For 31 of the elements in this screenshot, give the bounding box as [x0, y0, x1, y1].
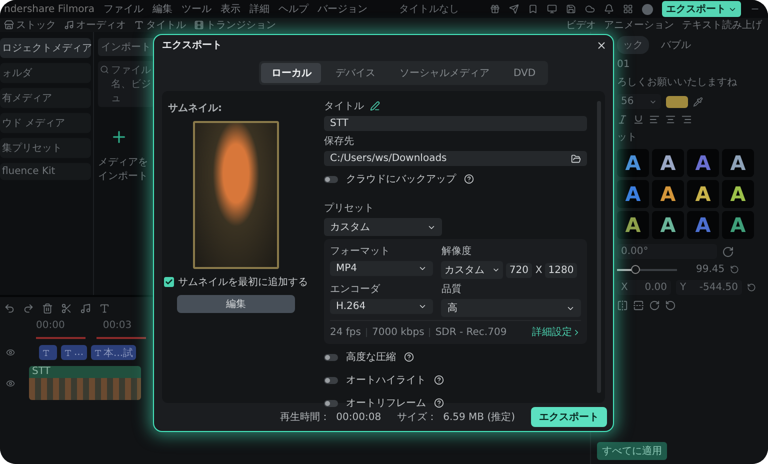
app-name: ndershare Filmora	[3, 4, 95, 14]
field-label: 解像度	[441, 244, 472, 258]
text-content: ろしくお願いいたしますね	[617, 76, 738, 89]
spec-text: 7000 kbps	[372, 326, 424, 338]
ruler-time: 00:03	[102, 320, 132, 331]
import-media-label: メディアをインポート	[98, 156, 149, 183]
checkbox-label: サムネイルを最初に追加する	[178, 276, 308, 289]
toggle-label: オートハイライト	[346, 374, 426, 387]
toggle-label: クラウドにバックアップ	[346, 172, 456, 186]
size-label: サイズ：	[397, 411, 438, 424]
ruler-time: 00:00	[36, 320, 65, 331]
field-label: 品質	[441, 282, 462, 296]
dialog-title: エクスポート	[162, 39, 222, 52]
spec-text: 24 fps	[330, 326, 361, 338]
field-label: フォーマット	[330, 245, 391, 258]
text-index: 01	[617, 59, 631, 70]
duration-value: 00:00:08	[336, 412, 382, 422]
spec-text: SDR - Rec.709	[435, 326, 507, 338]
toggle-label: オートリフレーム	[346, 397, 426, 410]
times-sign: X	[535, 264, 542, 276]
toggle-label: 高度な圧縮	[346, 350, 396, 364]
field-label: 保存先	[324, 134, 355, 148]
duration-label: 再生時間：	[280, 410, 330, 424]
field-label: エンコーダ	[330, 283, 382, 296]
section-label: ット	[617, 131, 638, 144]
thumbnail-label: サムネイル:	[168, 102, 222, 115]
size-value: 6.59 MB (推定)	[443, 410, 515, 424]
window-title: タイトルなし	[398, 3, 459, 16]
field-label: プリセット	[324, 202, 375, 215]
scale-value: 99.45	[696, 264, 725, 275]
field-label: タイトル	[324, 100, 364, 113]
